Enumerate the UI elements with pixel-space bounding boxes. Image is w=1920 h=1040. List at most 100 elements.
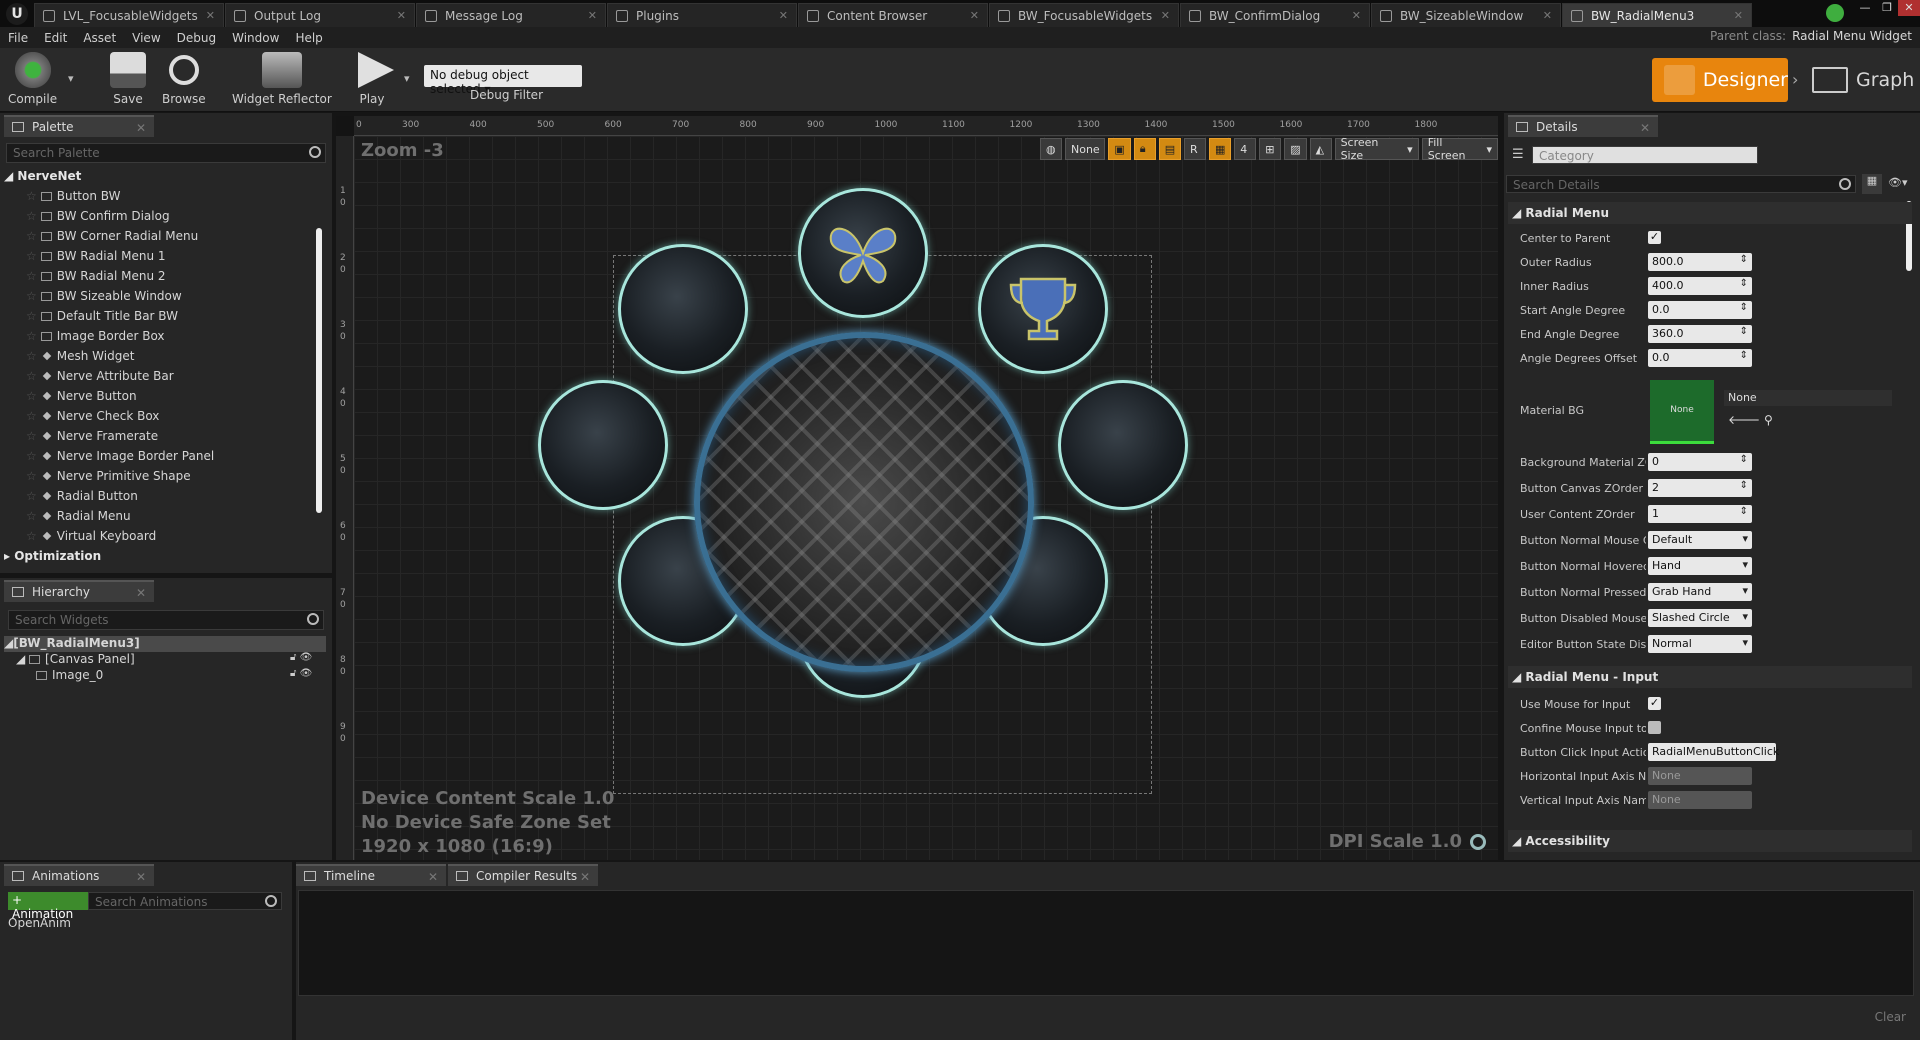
palette-scrollbar[interactable]	[316, 228, 322, 513]
unreal-logo-icon[interactable]: U	[6, 3, 28, 25]
close-icon[interactable]: ✕	[1640, 121, 1650, 135]
favorite-star-icon[interactable]: ☆	[26, 229, 37, 243]
tab-content-browser[interactable]: Content Browser ✕	[798, 3, 988, 27]
menu-edit[interactable]: Edit	[44, 31, 67, 45]
grid-size-button[interactable]: 4	[1234, 138, 1257, 160]
tab-lvl-focusablewidgets[interactable]: LVL_FocusableWidgets ✕	[34, 3, 224, 27]
close-icon[interactable]: ✕	[1161, 9, 1170, 22]
palette-item[interactable]: ☆ Nerve Check Box	[26, 409, 159, 429]
hierarchy-root-row[interactable]: ◢[BW_RadialMenu3]	[4, 636, 326, 652]
screen-size-dropdown[interactable]: Screen Size ▾	[1334, 136, 1419, 162]
palette-item[interactable]: ☆ Nerve Primitive Shape	[26, 469, 191, 489]
compile-button[interactable]: Compile	[8, 52, 57, 106]
favorite-star-icon[interactable]: ☆	[26, 469, 37, 483]
save-button[interactable]: Save	[110, 52, 146, 106]
favorite-star-icon[interactable]: ☆	[26, 289, 37, 303]
palette-item[interactable]: ☆ BW Corner Radial Menu	[26, 229, 198, 249]
close-icon[interactable]: ✕	[588, 9, 597, 22]
close-icon[interactable]: ✕	[136, 870, 146, 884]
radial-button-empty-3[interactable]	[1058, 380, 1188, 510]
property-checkbox[interactable]: ✓	[1648, 231, 1661, 244]
tab-message-log[interactable]: Message Log ✕	[416, 3, 606, 27]
radial-button-butterfly[interactable]	[798, 188, 928, 318]
favorite-star-icon[interactable]: ☆	[26, 309, 37, 323]
favorite-star-icon[interactable]: ☆	[26, 269, 37, 283]
close-icon[interactable]: ✕	[428, 870, 438, 884]
search-palette-input[interactable]: Search Palette	[6, 143, 326, 163]
favorite-star-icon[interactable]: ☆	[26, 329, 37, 343]
favorite-star-icon[interactable]: ☆	[26, 389, 37, 403]
close-icon[interactable]: ✕	[1734, 9, 1743, 22]
palette-item[interactable]: ☆ Nerve Framerate	[26, 429, 158, 449]
visibility-eye-icon[interactable]: 🔓︎ 👁︎	[290, 668, 312, 679]
menu-file[interactable]: File	[8, 31, 28, 45]
details-section-header[interactable]: ◢ Accessibility	[1508, 830, 1912, 852]
menu-help[interactable]: Help	[295, 31, 322, 45]
property-number-input[interactable]: 800.0	[1648, 253, 1752, 271]
tab-details[interactable]: Details ✕	[1508, 115, 1658, 137]
widget-reflector-button[interactable]: Widget Reflector	[232, 52, 332, 106]
maximize-icon[interactable]: ❐	[1876, 0, 1898, 16]
property-number-input[interactable]: 360.0	[1648, 325, 1752, 343]
palette-item[interactable]: ☆ Image Border Box	[26, 329, 165, 349]
radial-button-empty-1[interactable]	[618, 244, 748, 374]
details-section-header[interactable]: ◢ Radial Menu - Input	[1508, 666, 1912, 688]
property-number-input[interactable]: 0	[1648, 453, 1752, 471]
favorite-star-icon[interactable]: ☆	[26, 409, 37, 423]
view-options-eye-icon[interactable]: 👁︎▾	[1888, 176, 1908, 189]
graph-mode-button[interactable]: Graph	[1812, 58, 1914, 102]
property-dropdown[interactable]: Default	[1648, 531, 1752, 549]
close-icon[interactable]: ✕	[779, 9, 788, 22]
source-control-status-icon[interactable]	[1826, 4, 1844, 22]
favorite-star-icon[interactable]: ☆	[26, 249, 37, 263]
tab-bw-confirmdialog[interactable]: BW_ConfirmDialog ✕	[1180, 3, 1370, 27]
close-icon[interactable]: ✕	[136, 121, 146, 135]
palette-item[interactable]: ☆ Radial Button	[26, 489, 138, 509]
compile-options-chevron-down-icon[interactable]: ▾	[68, 72, 74, 85]
menu-view[interactable]: View	[132, 31, 160, 45]
material-thumbnail[interactable]: None	[1650, 380, 1714, 444]
palette-category-nervenet[interactable]: ◢ NerveNet	[4, 169, 81, 189]
property-matrix-icon[interactable]: ▦	[1862, 174, 1882, 194]
tab-animations[interactable]: Animations ✕	[4, 864, 154, 886]
lock-icon[interactable]: 🔓︎ 👁︎	[290, 652, 312, 663]
render-transform-button[interactable]: R	[1183, 138, 1206, 160]
snap-toggle-icon[interactable]: ▣	[1108, 138, 1131, 160]
property-number-input[interactable]: 2	[1648, 479, 1752, 497]
property-dropdown[interactable]: Grab Hand	[1648, 583, 1752, 601]
details-section-header[interactable]: ◢ Radial Menu	[1508, 202, 1912, 224]
tab-hierarchy[interactable]: Hierarchy ✕	[4, 580, 154, 602]
palette-item[interactable]: ☆ Radial Menu	[26, 509, 131, 529]
palette-category-optimization[interactable]: ▸ Optimization	[4, 549, 101, 569]
search-widgets-input[interactable]: Search Widgets	[8, 610, 324, 630]
fill-screen-dropdown[interactable]: Fill Screen ▾	[1421, 136, 1498, 162]
parent-class-link[interactable]: Radial Menu Widget	[1792, 29, 1912, 43]
property-number-input[interactable]: 0.0	[1648, 349, 1752, 367]
palette-item[interactable]: ☆ Virtual Keyboard	[26, 529, 156, 549]
close-icon[interactable]: ✕	[580, 870, 590, 884]
close-icon[interactable]: ✕	[970, 9, 979, 22]
tab-timeline[interactable]: Timeline ✕	[296, 864, 446, 886]
tab-compiler-results[interactable]: Compiler Results ✕	[448, 864, 598, 886]
add-animation-button[interactable]: + Animation	[8, 892, 90, 921]
material-asset-dropdown[interactable]: None	[1724, 390, 1892, 406]
tab-bw-radialmenu3[interactable]: BW_RadialMenu3 ✕	[1562, 3, 1752, 27]
lock-toggle-icon[interactable]: 🔒︎	[1133, 138, 1156, 160]
close-icon[interactable]: ✕	[206, 9, 215, 22]
property-checkbox[interactable]	[1648, 721, 1661, 734]
play-button[interactable]: Play	[350, 52, 394, 106]
tab-bw-sizeablewindow[interactable]: BW_SizeableWindow ✕	[1371, 3, 1561, 27]
favorite-star-icon[interactable]: ☆	[26, 189, 37, 203]
menu-window[interactable]: Window	[232, 31, 279, 45]
favorite-star-icon[interactable]: ☆	[26, 449, 37, 463]
search-details-input[interactable]: Search Details	[1506, 175, 1856, 193]
safe-zone-icon[interactable]: ◭	[1309, 138, 1332, 160]
property-dropdown[interactable]: Slashed Circle	[1648, 609, 1752, 627]
favorite-star-icon[interactable]: ☆	[26, 349, 37, 363]
tab-palette[interactable]: Palette ✕	[4, 115, 154, 137]
transform-mode-icon[interactable]: ▤	[1158, 138, 1181, 160]
favorite-star-icon[interactable]: ☆	[26, 529, 37, 543]
radial-button-empty-2[interactable]	[538, 380, 668, 510]
favorite-star-icon[interactable]: ☆	[26, 209, 37, 223]
property-dropdown[interactable]: Hand	[1648, 557, 1752, 575]
